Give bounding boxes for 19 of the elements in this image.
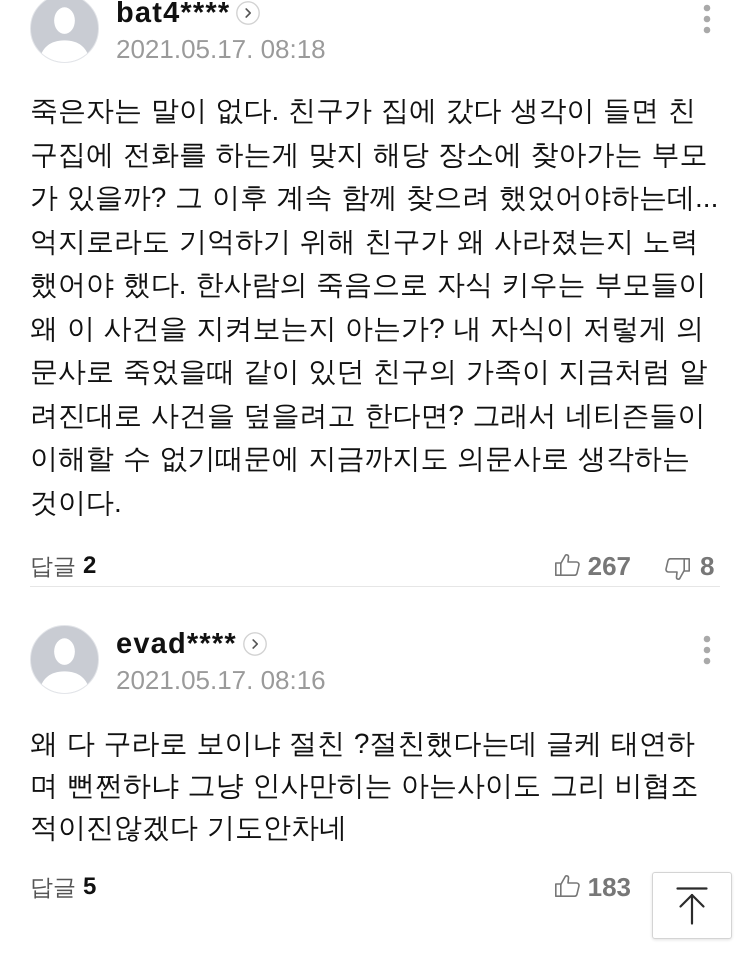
thumbs-down-icon: [665, 558, 690, 580]
scroll-to-top-button[interactable]: [652, 872, 732, 939]
comment-text: 왜 다 구라로 보이냐 절친 ?절친했다는데 글케 태연하며 뻔쩐하냐 그냥 인사만히는 아는사이도 그리 비협조적이진않겠다 기도안차네: [30, 727, 700, 845]
chevron-right-icon[interactable]: [242, 632, 267, 656]
username: bat4****: [116, 0, 230, 31]
username: evad****: [116, 627, 237, 662]
like-button[interactable]: 183: [554, 868, 631, 906]
comment-text: 죽은자는 말이 없다. 친구가 집에 갔다 생각이 들면 친구집에 전화를 하는게 맞지 해당 장소에 찾아가는 부모가 있을까? 그 이후 계속 함께 찾으려 했었어야하는데...억지로라도 기억하기 위해 친구가 왜 사라졌는지 노력했어야 했다. 한사람의 죽음으로 자식 키우는 부모들이 왜 이 사건을 지켜보는지 아는가? 내 자식이 저렇게 의문사로 죽었을때 같이 있던 친구의 가족이 지금처럼 알려진대로 사건을 덮을려고 한다면? 그래서 네티즌들이 이해할 수 없기때문에 지금까지도 의문사로 생각하는 것이다.: [30, 94, 720, 520]
comment-date: 2021.05.17. 08:18: [116, 33, 326, 66]
reply-button[interactable]: 답글 2: [30, 548, 96, 584]
like-button[interactable]: 267: [554, 546, 631, 586]
thumbs-up-icon: [554, 552, 580, 576]
dislike-button[interactable]: 8: [665, 546, 714, 586]
avatar-icon: [30, 625, 99, 694]
avatar-icon: [30, 0, 99, 63]
reply-button[interactable]: 답글 5: [30, 869, 96, 905]
comment-date: 2021.05.17. 08:16: [116, 664, 326, 697]
chevron-right-icon[interactable]: [236, 1, 260, 25]
thumbs-up-icon: [554, 874, 580, 896]
